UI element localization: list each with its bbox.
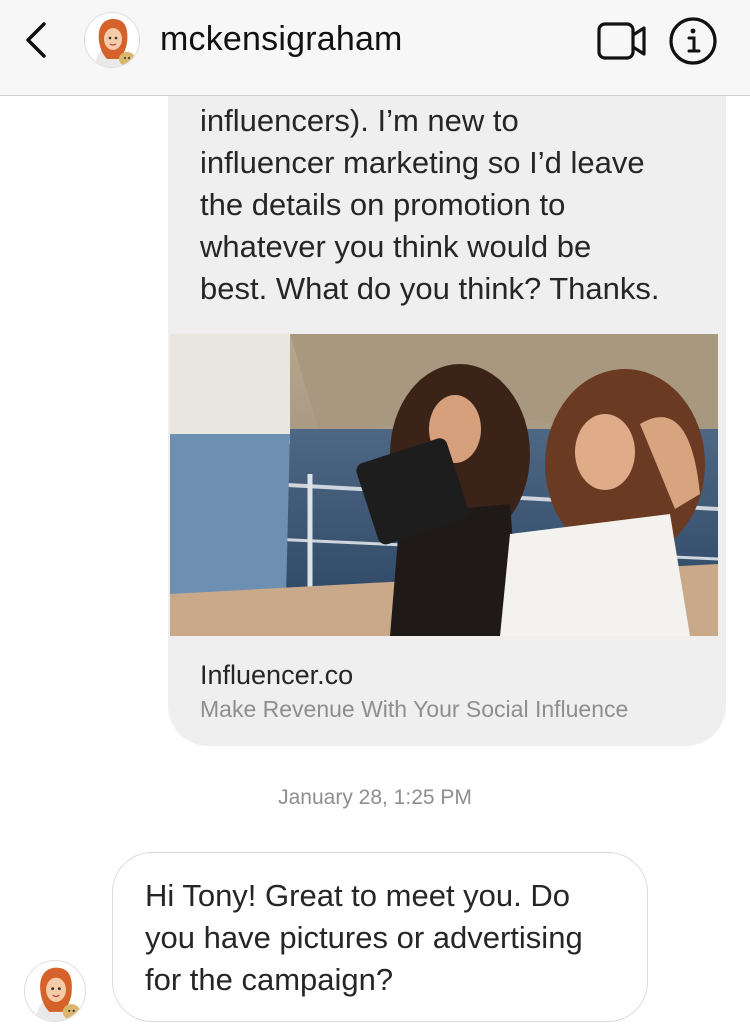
sender-avatar[interactable]: [24, 960, 86, 1022]
bitmoji-avatar-image: [25, 961, 85, 1021]
message-line: for the campaign?: [145, 962, 394, 997]
message-line: whatever you think would be: [200, 229, 592, 264]
link-preview-title[interactable]: Influencer.co: [200, 660, 353, 691]
link-preview-image[interactable]: [170, 334, 718, 636]
message-timestamp: January 28, 1:25 PM: [278, 786, 472, 809]
chat-header: mckensigraham: [0, 0, 750, 96]
video-call-button[interactable]: [596, 20, 648, 62]
chat-username[interactable]: mckensigraham: [160, 20, 403, 59]
info-icon: [669, 17, 717, 65]
message-text: influencers). I’m new to influencer mark…: [200, 100, 700, 310]
chevron-left-icon: [26, 22, 46, 58]
video-camera-icon: [597, 22, 646, 60]
preview-photo: [170, 334, 718, 636]
message-line: best. What do you think? Thanks.: [200, 271, 660, 306]
message-line: Hi Tony! Great to meet you. Do: [145, 878, 571, 913]
message-line: influencer marketing so I’d leave: [200, 145, 645, 180]
message-line: the details on promotion to: [200, 187, 566, 222]
message-line: influencers). I’m new to: [200, 103, 519, 138]
info-button[interactable]: [668, 16, 718, 66]
message-bubble-outgoing[interactable]: influencers). I’m new to influencer mark…: [168, 60, 726, 746]
link-preview-subtitle: Make Revenue With Your Social Influence: [200, 696, 629, 722]
avatar[interactable]: [84, 12, 140, 68]
bitmoji-avatar-image: [85, 13, 139, 67]
back-button[interactable]: [18, 18, 58, 62]
message-bubble-incoming[interactable]: Hi Tony! Great to meet you. Do you have …: [112, 852, 648, 1022]
message-text: Hi Tony! Great to meet you. Do you have …: [145, 875, 625, 1001]
message-line: you have pictures or advertising: [145, 920, 583, 955]
